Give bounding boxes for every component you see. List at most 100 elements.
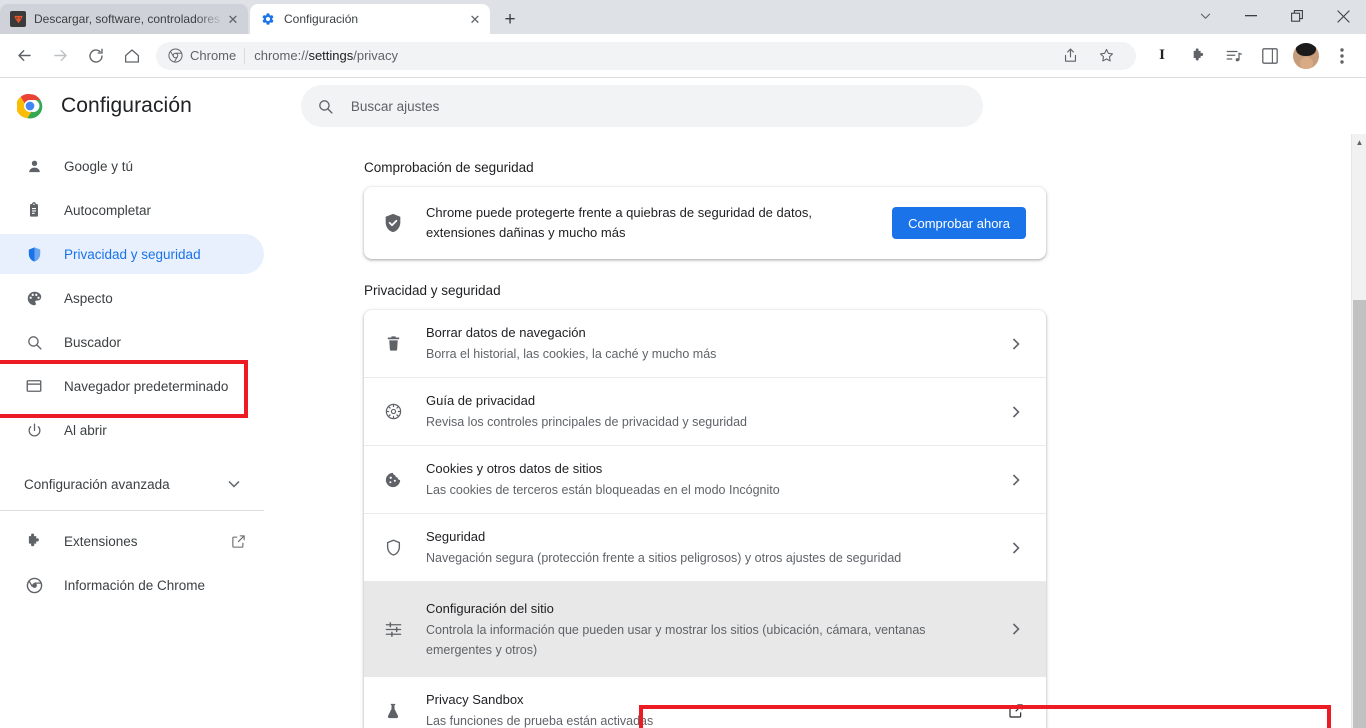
shield-icon <box>382 538 404 557</box>
cookie-icon <box>382 471 404 489</box>
sidebar-item-privacidad-y-seguridad[interactable]: Privacidad y seguridad <box>0 234 264 274</box>
scroll-up-arrow-icon[interactable]: ▲ <box>1352 134 1366 150</box>
sidebar-item-label: Google y tú <box>64 158 134 174</box>
list-item-text: Privacy Sandbox Las funciones de prueba … <box>426 690 1006 728</box>
omnibox-url: chrome://settings/privacy <box>254 48 398 63</box>
home-icon[interactable] <box>116 40 148 72</box>
list-item-title: Cookies y otros datos de sitios <box>426 461 603 476</box>
sidebar-item-extensiones[interactable]: Extensiones <box>0 521 264 561</box>
sidebar-item-label: Extensiones <box>64 533 138 549</box>
person-icon <box>24 158 44 175</box>
settings-body: Google y tú Autocompletar Privacidad y s… <box>0 134 1366 728</box>
reading-list-icon[interactable] <box>1218 40 1250 72</box>
sidebar-item-configuracion-avanzada[interactable]: Configuración avanzada <box>0 464 264 504</box>
list-item-text: Borrar datos de navegación Borra el hist… <box>426 323 1006 364</box>
clipboard-icon <box>24 202 44 218</box>
extensions-puzzle-icon[interactable] <box>1182 40 1214 72</box>
search-icon <box>24 334 44 351</box>
forward-arrow-icon[interactable] <box>44 40 76 72</box>
settings-sidebar: Google y tú Autocompletar Privacidad y s… <box>0 134 280 728</box>
list-item-title: Borrar datos de navegación <box>426 325 586 340</box>
tab-close-icon[interactable]: ✕ <box>466 10 484 28</box>
sidebar-item-label: Aspecto <box>64 290 113 306</box>
avatar[interactable] <box>1293 42 1319 69</box>
list-item-configuracion-del-sitio[interactable]: Configuración del sitio Controla la info… <box>364 582 1046 677</box>
list-item-guia-de-privacidad[interactable]: Guía de privacidad Revisa los controles … <box>364 378 1046 446</box>
chevron-down-icon[interactable] <box>1182 0 1228 32</box>
list-item-subtitle: Revisa los controles principales de priv… <box>426 415 748 429</box>
url-highlight: settings <box>308 48 354 63</box>
star-icon[interactable] <box>1090 40 1122 72</box>
chevron-right-icon[interactable] <box>1006 473 1026 486</box>
italic-i-icon[interactable]: I <box>1146 40 1178 72</box>
three-dot-menu-icon[interactable] <box>1326 40 1358 72</box>
chevron-right-icon[interactable] <box>1006 541 1026 554</box>
list-item-text: Seguridad Navegación segura (protección … <box>426 527 1006 568</box>
sidebar-item-label: Privacidad y seguridad <box>64 246 201 262</box>
browser-tab-downloads[interactable]: Descargar, software, controladores ✕ <box>0 4 248 34</box>
share-icon[interactable] <box>1054 40 1086 72</box>
list-item-text: Guía de privacidad Revisa los controles … <box>426 391 1006 432</box>
chevron-right-icon[interactable] <box>1006 405 1026 418</box>
search-icon <box>317 98 334 115</box>
chrome-logo-icon <box>17 93 43 119</box>
chrome-icon <box>24 577 44 594</box>
sidebar-item-autocompletar[interactable]: Autocompletar <box>0 190 264 230</box>
list-item-subtitle: Controla la información que pueden usar … <box>426 622 926 657</box>
omnibox-site-label: Chrome <box>190 48 237 63</box>
reload-icon[interactable] <box>80 40 112 72</box>
side-panel-icon[interactable] <box>1254 40 1286 72</box>
sliders-icon <box>382 620 404 639</box>
url-suffix: /privacy <box>353 48 399 63</box>
tab-close-icon[interactable]: ✕ <box>224 10 242 28</box>
tab-favicon-icon <box>10 11 26 27</box>
list-item-title: Configuración del sitio <box>426 600 554 616</box>
chevron-down-icon <box>228 480 264 488</box>
vertical-scrollbar[interactable]: ▲ ▼ <box>1351 134 1366 728</box>
list-item-title: Privacy Sandbox <box>426 692 524 707</box>
list-item-seguridad[interactable]: Seguridad Navegación segura (protección … <box>364 514 1046 582</box>
privacy-guide-icon <box>382 402 404 421</box>
list-item-title: Seguridad <box>426 529 486 544</box>
close-icon[interactable] <box>1320 0 1366 32</box>
check-now-button[interactable]: Comprobar ahora <box>892 207 1026 239</box>
url-prefix: chrome:// <box>254 48 309 63</box>
list-item-borrar-datos[interactable]: Borrar datos de navegación Borra el hist… <box>364 310 1046 378</box>
scrollbar-thumb[interactable] <box>1353 300 1366 728</box>
browser-tab-settings[interactable]: Configuración ✕ <box>250 4 490 34</box>
safety-check-text: Chrome puede protegerte frente a quiebra… <box>426 205 812 240</box>
external-link-icon[interactable] <box>1006 703 1026 719</box>
trash-icon <box>382 335 404 352</box>
puzzle-icon <box>24 532 44 550</box>
settings-header: Configuración Buscar ajustes <box>0 78 1366 134</box>
sidebar-item-informacion-de-chrome[interactable]: Información de Chrome <box>0 565 264 605</box>
window-controls <box>1182 0 1366 34</box>
minimize-icon[interactable] <box>1228 0 1274 32</box>
sidebar-item-label: Autocompletar <box>64 202 152 218</box>
shield-icon <box>24 246 44 263</box>
browser-toolbar: Chrome chrome://settings/privacy I <box>0 34 1366 78</box>
search-settings-box[interactable]: Buscar ajustes <box>300 85 983 127</box>
back-arrow-icon[interactable] <box>8 40 40 72</box>
safety-check-row: Chrome puede protegerte frente a quiebra… <box>364 187 1046 259</box>
restore-icon[interactable] <box>1274 0 1320 32</box>
section-title-safety-check: Comprobación de seguridad <box>364 160 534 175</box>
sidebar-item-buscador[interactable]: Buscador <box>0 322 264 362</box>
search-input[interactable]: Buscar ajustes <box>351 99 440 114</box>
new-tab-button[interactable]: + <box>496 5 524 33</box>
sidebar-item-google-y-tu[interactable]: Google y tú <box>0 146 264 186</box>
chevron-right-icon[interactable] <box>1006 623 1026 635</box>
sidebar-item-al-abrir[interactable]: Al abrir <box>0 410 264 450</box>
sidebar-item-aspecto[interactable]: Aspecto <box>0 278 264 318</box>
sidebar-item-navegador-predeterminado[interactable]: Navegador predeterminado <box>0 366 264 406</box>
list-item-cookies[interactable]: Cookies y otros datos de sitios Las cook… <box>364 446 1046 514</box>
shield-check-icon <box>382 212 404 234</box>
list-item-privacy-sandbox[interactable]: Privacy Sandbox Las funciones de prueba … <box>364 677 1046 728</box>
toolbar-right-icons: I <box>1144 40 1360 72</box>
address-bar[interactable]: Chrome chrome://settings/privacy <box>156 40 1136 72</box>
section-title-privacy: Privacidad y seguridad <box>364 283 501 298</box>
sidebar-item-label: Buscador <box>64 334 122 350</box>
chevron-right-icon[interactable] <box>1006 337 1026 350</box>
tab-title: Configuración <box>284 12 359 26</box>
list-item-subtitle: Las cookies de terceros están bloqueadas… <box>426 483 780 497</box>
